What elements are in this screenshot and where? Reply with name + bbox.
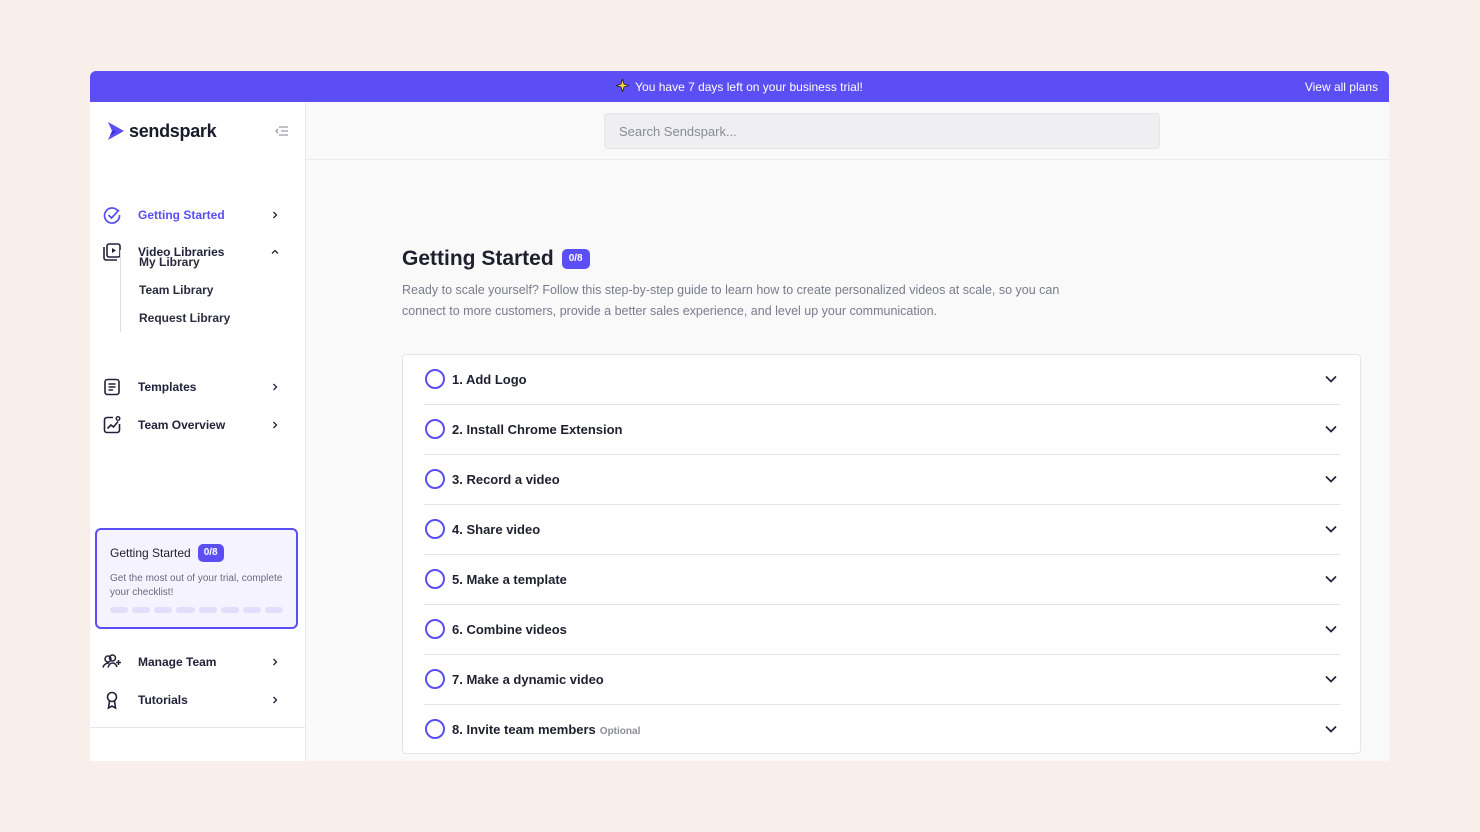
progress-card-description: Get the most out of your trial, complete… xyxy=(110,573,283,598)
sidebar-item-templates[interactable]: Templates xyxy=(102,373,294,401)
sidebar-subitem-my-library[interactable]: My Library xyxy=(139,255,200,269)
logo[interactable]: sendspark xyxy=(108,119,217,143)
checklist-item-label: 6. Combine videos xyxy=(452,622,567,637)
chevron-right-icon xyxy=(273,383,278,391)
chevron-down-icon[interactable] xyxy=(1324,724,1338,734)
progress-segment xyxy=(220,607,239,613)
chevron-down-icon[interactable] xyxy=(1324,674,1338,684)
checklist-item-record-video[interactable]: 3. Record a video xyxy=(424,455,1340,505)
checklist-item-label: 1. Add Logo xyxy=(452,372,527,387)
sendspark-logo-icon xyxy=(108,122,124,140)
progress-segment xyxy=(198,607,217,613)
sidebar: sendspark Getting Started Video Librarie… xyxy=(90,102,306,761)
sidebar-item-label: Tutorials xyxy=(138,693,188,707)
chevron-down-icon[interactable] xyxy=(1324,524,1338,534)
unchecked-circle-icon[interactable] xyxy=(425,369,445,389)
checklist-item-label: 7. Make a dynamic video xyxy=(452,672,604,687)
trial-banner: You have 7 days left on your business tr… xyxy=(90,71,1389,102)
progress-segment xyxy=(154,607,173,613)
trial-message: You have 7 days left on your business tr… xyxy=(635,79,863,94)
progress-segment xyxy=(176,607,195,613)
checklist-item-add-logo[interactable]: 1. Add Logo xyxy=(424,355,1340,405)
chevron-down-icon[interactable] xyxy=(1324,474,1338,484)
app-window: You have 7 days left on your business tr… xyxy=(90,71,1389,761)
chart-icon xyxy=(103,416,121,434)
unchecked-circle-icon[interactable] xyxy=(425,669,445,689)
page-description: Ready to scale yourself? Follow this ste… xyxy=(402,283,1060,318)
search-input[interactable] xyxy=(604,113,1160,149)
unchecked-circle-icon[interactable] xyxy=(425,519,445,539)
chevron-right-icon xyxy=(273,211,278,219)
sidebar-subitem-request-library[interactable]: Request Library xyxy=(139,311,230,325)
checklist-item-label: 5. Make a template xyxy=(452,572,567,587)
progress-segment xyxy=(132,607,151,613)
checklist-item-share-video[interactable]: 4. Share video xyxy=(424,505,1340,555)
check-circle-icon xyxy=(103,207,121,224)
chevron-right-icon xyxy=(273,696,278,704)
top-bar xyxy=(306,102,1389,160)
video-library-icon xyxy=(103,243,121,261)
unchecked-circle-icon[interactable] xyxy=(425,569,445,589)
sidebar-item-label: Manage Team xyxy=(138,655,217,669)
progress-segment xyxy=(242,607,261,613)
checklist-item-label: 4. Share video xyxy=(452,522,541,537)
progress-card-title: Getting Started xyxy=(110,546,191,560)
sidebar-item-label: Templates xyxy=(138,380,197,394)
award-icon xyxy=(106,691,118,710)
progress-badge: 0/8 xyxy=(561,249,590,269)
collapse-sidebar-icon[interactable] xyxy=(274,123,290,139)
unchecked-circle-icon[interactable] xyxy=(425,719,445,739)
checklist-item-dynamic-video[interactable]: 7. Make a dynamic video xyxy=(424,655,1340,705)
sidebar-item-tutorials[interactable]: Tutorials xyxy=(102,686,294,714)
step-label-text: 8. Invite team members xyxy=(452,722,596,737)
checklist-item-label: 3. Record a video xyxy=(452,472,560,487)
progress-segment xyxy=(110,607,129,613)
page-title: Getting Started xyxy=(402,247,554,270)
progress-card[interactable]: Getting Started 0/8 Get the most out of … xyxy=(95,528,298,629)
checklist-item-invite-team[interactable]: 8. Invite team members Optional xyxy=(424,705,1340,755)
sidebar-item-team-overview[interactable]: Team Overview xyxy=(102,411,294,439)
chevron-down-icon[interactable] xyxy=(1324,374,1338,384)
video-libraries-subnav: My Library Team Library Request Library xyxy=(120,250,290,332)
sidebar-item-getting-started[interactable]: Getting Started xyxy=(102,201,294,229)
checklist-item-label: 2. Install Chrome Extension xyxy=(452,422,623,437)
progress-segment xyxy=(264,607,283,613)
optional-tag: Optional xyxy=(599,726,641,737)
chevron-down-icon[interactable] xyxy=(1324,574,1338,584)
sidebar-item-label: Team Overview xyxy=(138,418,226,432)
progress-badge: 0/8 xyxy=(197,544,224,562)
sparkle-icon xyxy=(614,77,631,95)
checklist-item-combine-videos[interactable]: 6. Combine videos xyxy=(424,605,1340,655)
checklist: 1. Add Logo 2. Install Chrome Extension … xyxy=(402,354,1361,754)
unchecked-circle-icon[interactable] xyxy=(425,469,445,489)
chevron-right-icon xyxy=(273,658,278,666)
sidebar-divider xyxy=(90,727,306,728)
chevron-right-icon xyxy=(273,421,278,429)
add-user-icon xyxy=(102,654,121,668)
sidebar-item-manage-team[interactable]: Manage Team xyxy=(102,648,294,676)
chevron-down-icon[interactable] xyxy=(1324,424,1338,434)
unchecked-circle-icon[interactable] xyxy=(425,419,445,439)
checklist-item-install-chrome-extension[interactable]: 2. Install Chrome Extension xyxy=(424,405,1340,455)
checklist-item-make-template[interactable]: 5. Make a template xyxy=(424,555,1340,605)
unchecked-circle-icon[interactable] xyxy=(425,619,445,639)
main-content: Getting Started 0/8 Ready to scale yours… xyxy=(306,102,1389,761)
progress-bar xyxy=(110,607,283,613)
checklist-item-label: 8. Invite team members Optional xyxy=(452,722,640,737)
sidebar-subitem-team-library[interactable]: Team Library xyxy=(139,283,213,297)
chevron-down-icon[interactable] xyxy=(1324,624,1338,634)
sidebar-item-label: Getting Started xyxy=(138,208,225,222)
view-all-plans-link[interactable]: View all plans xyxy=(1305,71,1378,102)
brand-name: sendspark xyxy=(129,120,217,141)
template-icon xyxy=(104,378,120,396)
page-heading: Getting Started 0/8 xyxy=(402,247,590,271)
